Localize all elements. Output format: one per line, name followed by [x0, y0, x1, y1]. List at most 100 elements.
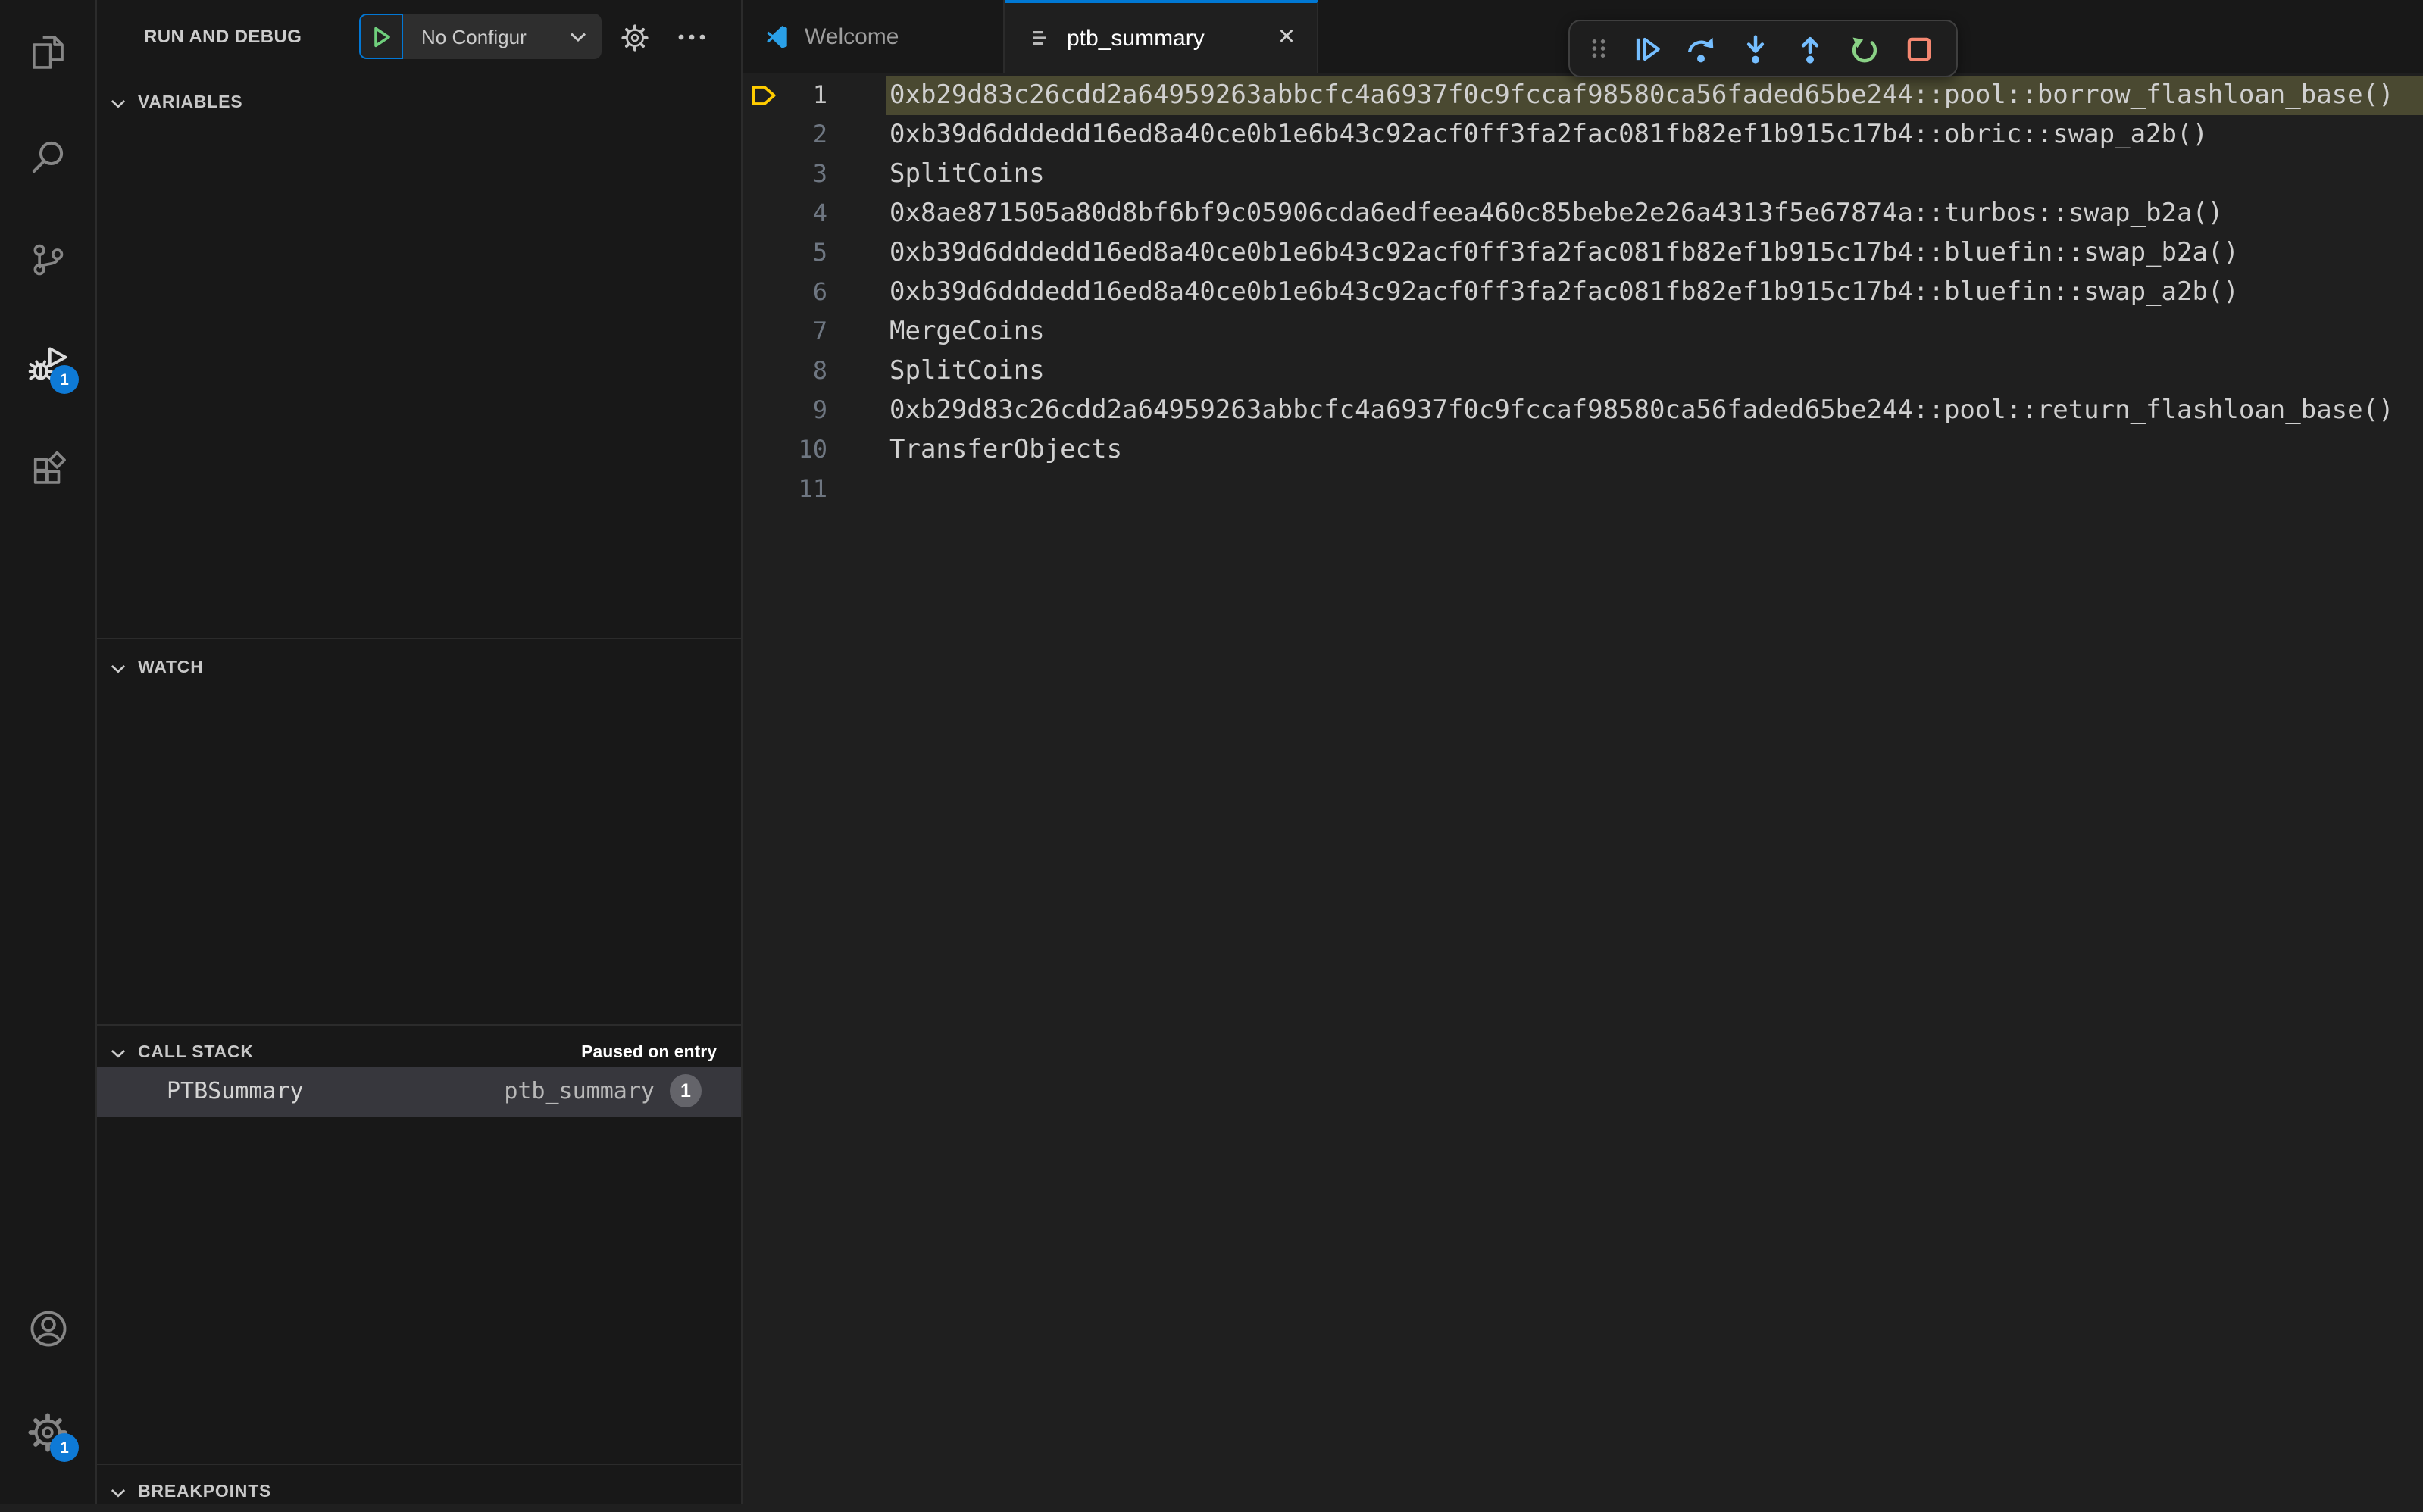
line-number[interactable]: 8 — [743, 351, 827, 391]
account-icon — [30, 1311, 66, 1347]
code-line[interactable]: 2 0xb39d6dddedd16ed8a40ce0b1e6b43c92acf0f… — [743, 115, 2423, 155]
activity-settings-button[interactable]: 1 — [0, 1383, 95, 1480]
continue-icon — [1636, 36, 1660, 61]
views-more-actions-button[interactable] — [674, 24, 708, 48]
gear-icon — [619, 22, 649, 52]
sidebar-title: RUN AND DEBUG — [144, 26, 302, 47]
activity-run-debug-button[interactable]: 1 — [0, 315, 95, 412]
code-line[interactable]: 1 0xb29d83c26cdd2a64959263abbcfc4a6937f0c… — [743, 76, 2423, 115]
code-line[interactable]: 10 TransferObjects — [743, 430, 2423, 470]
step-into-button[interactable] — [1728, 21, 1783, 76]
breakpoints-section-label: BREAKPOINTS — [138, 1483, 272, 1501]
line-number[interactable]: 7 — [743, 312, 827, 351]
close-icon[interactable]: × — [1271, 22, 1302, 53]
chevron-down-icon — [111, 99, 126, 108]
line-number[interactable]: 2 — [743, 115, 827, 155]
breakpoints-section-header[interactable]: BREAKPOINTS — [97, 1473, 271, 1512]
line-number[interactable]: 3 — [743, 155, 827, 194]
code-text: 0xb39d6dddedd16ed8a40ce0b1e6b43c92acf0ff… — [889, 238, 2239, 268]
code-text: SplitCoins — [889, 356, 1045, 386]
tab-welcome[interactable]: Welcome — [743, 0, 1005, 73]
chevron-down-icon — [570, 32, 586, 42]
code-line[interactable]: 3 SplitCoins — [743, 155, 2423, 194]
extensions-icon — [33, 450, 66, 483]
code-line[interactable]: 11 — [743, 470, 2423, 509]
launch-config-control: No Configur — [359, 14, 602, 59]
frame-source: ptb_summary — [504, 1077, 655, 1104]
activity-extensions-button[interactable] — [0, 418, 95, 515]
call-stack-frame-row[interactable]: PTBSummary ptb_summary 1 — [97, 1067, 741, 1117]
tab-label: Welcome — [805, 23, 899, 49]
editor-area: Welcome ptb_summary × 1 0xb29d83c26cdd2a… — [743, 0, 2423, 1504]
section-divider — [97, 638, 741, 639]
run-and-debug-sidebar: RUN AND DEBUG No Configur VARIABLES WATC… — [97, 0, 743, 1504]
toolbar-drag-handle[interactable] — [1579, 21, 1619, 76]
play-icon — [374, 26, 389, 47]
settings-badge: 1 — [50, 1433, 79, 1462]
code-line[interactable]: 9 0xb29d83c26cdd2a64959263abbcfc4a6937f0c… — [743, 391, 2423, 430]
line-number[interactable]: 1 — [743, 76, 827, 115]
continue-button[interactable] — [1619, 21, 1674, 76]
config-dropdown[interactable]: No Configur — [403, 14, 602, 59]
code-text: 0xb39d6dddedd16ed8a40ce0b1e6b43c92acf0ff… — [889, 277, 2239, 308]
restart-button[interactable] — [1838, 21, 1893, 76]
line-number[interactable]: 9 — [743, 391, 827, 430]
step-over-button[interactable] — [1674, 21, 1728, 76]
call-stack-section-label: CALL STACK — [138, 1044, 254, 1062]
restart-icon — [1852, 36, 1877, 62]
code-line[interactable]: 8 SplitCoins — [743, 351, 2423, 391]
variables-section-header[interactable]: VARIABLES — [97, 83, 242, 123]
code-text: MergeCoins — [889, 317, 1045, 347]
stop-icon — [1908, 36, 1932, 61]
step-out-icon — [1802, 36, 1819, 63]
tab-ptb-summary[interactable]: ptb_summary × — [1005, 0, 1318, 73]
start-debug-button[interactable] — [359, 14, 403, 59]
chevron-down-icon — [111, 1049, 126, 1057]
line-number[interactable]: 10 — [743, 430, 827, 470]
activity-source-control-button[interactable] — [0, 211, 95, 308]
code-line[interactable]: 7 MergeCoins — [743, 312, 2423, 351]
code-text: 0xb39d6dddedd16ed8a40ce0b1e6b43c92acf0ff… — [889, 120, 2208, 150]
code-text: 0xb29d83c26cdd2a64959263abbcfc4a6937f0c9… — [889, 395, 2394, 426]
code-line[interactable]: 5 0xb39d6dddedd16ed8a40ce0b1e6b43c92acf0f… — [743, 233, 2423, 273]
frame-name: PTBSummary — [167, 1077, 304, 1104]
section-divider — [97, 1464, 741, 1465]
code-line[interactable]: 4 0x8ae871505a80d8bf6bf9c05906cda6edfeea4… — [743, 194, 2423, 233]
line-number[interactable]: 11 — [743, 470, 827, 509]
activity-search-button[interactable] — [0, 108, 95, 205]
frame-badge: 1 — [670, 1074, 702, 1107]
section-divider — [97, 1024, 741, 1026]
config-dropdown-value: No Configur — [421, 25, 527, 48]
step-over-icon — [1687, 36, 1714, 62]
code-line[interactable]: 6 0xb39d6dddedd16ed8a40ce0b1e6b43c92acf0f… — [743, 273, 2423, 312]
ellipsis-icon — [677, 33, 705, 39]
activity-account-button[interactable] — [0, 1280, 95, 1377]
files-icon — [33, 35, 64, 68]
vscode-window: 1 1 RUN AND DEBUG No Configur VARIABLES … — [0, 0, 2423, 1504]
debug-badge: 1 — [50, 365, 79, 394]
line-number[interactable]: 6 — [743, 273, 827, 312]
chevron-down-icon — [111, 1489, 126, 1497]
vscode-logo-icon — [767, 25, 787, 48]
variables-section-label: VARIABLES — [138, 94, 243, 112]
step-into-icon — [1747, 34, 1765, 63]
activity-bar: 1 1 — [0, 0, 97, 1504]
search-icon — [32, 140, 64, 173]
debug-toolbar — [1568, 20, 1958, 77]
stop-button[interactable] — [1893, 21, 1947, 76]
line-number[interactable]: 4 — [743, 194, 827, 233]
step-out-button[interactable] — [1783, 21, 1837, 76]
code-text: 0xb29d83c26cdd2a64959263abbcfc4a6937f0c9… — [889, 80, 2394, 111]
code-text: 0x8ae871505a80d8bf6bf9c05906cda6edfeea46… — [889, 198, 2224, 229]
watch-section-header[interactable]: WATCH — [97, 648, 204, 688]
source-control-icon — [33, 243, 64, 275]
code-text: TransferObjects — [889, 435, 1123, 465]
list-icon — [1033, 31, 1046, 45]
debug-settings-button[interactable] — [618, 21, 650, 53]
chevron-down-icon — [111, 664, 126, 673]
code-text: SplitCoins — [889, 159, 1045, 189]
code-editor[interactable]: 1 0xb29d83c26cdd2a64959263abbcfc4a6937f0c… — [743, 73, 2423, 1504]
line-number[interactable]: 5 — [743, 233, 827, 273]
activity-explorer-button[interactable] — [0, 3, 95, 100]
tab-label: ptb_summary — [1067, 25, 1205, 51]
